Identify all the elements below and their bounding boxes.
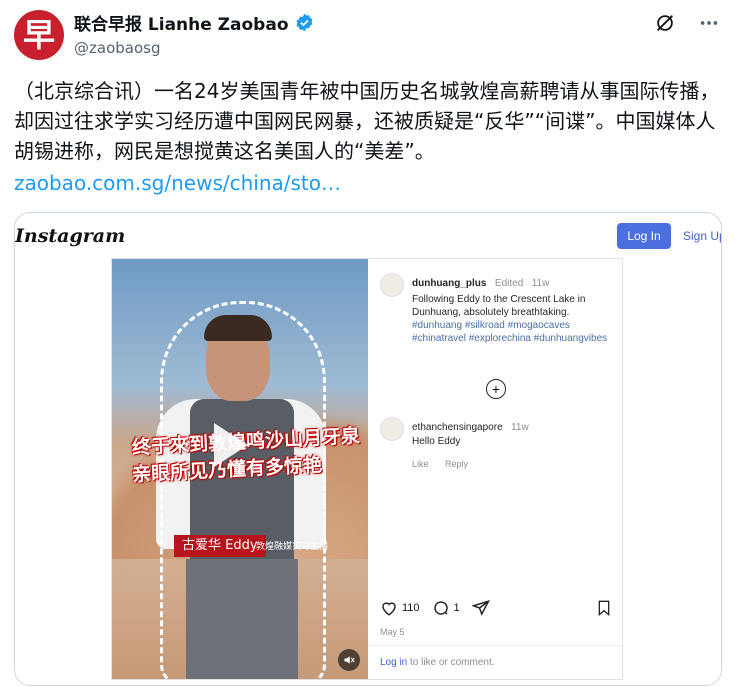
more-icon[interactable] bbox=[698, 12, 720, 34]
comment-like-link[interactable]: Like bbox=[412, 459, 429, 469]
post-caption: Following Eddy to the Crescent Lake in D… bbox=[412, 294, 586, 318]
share-icon[interactable] bbox=[471, 599, 490, 617]
comment-age: 11w bbox=[511, 422, 529, 433]
add-icon[interactable]: + bbox=[486, 379, 506, 399]
post-hashtags[interactable]: #dunhuang #silkroad #mogaocaves #chinatr… bbox=[412, 319, 616, 345]
top-actions bbox=[654, 12, 720, 34]
play-icon[interactable] bbox=[214, 423, 248, 467]
verified-badge-icon bbox=[296, 13, 312, 32]
post-age: 11w bbox=[531, 278, 550, 289]
person-outline bbox=[160, 301, 326, 679]
post-date: May 5 bbox=[380, 627, 405, 637]
media-card[interactable]: Instagram Log In Sign Up 终于來到敦煌鸣沙山月牙泉 亲眼… bbox=[14, 212, 722, 686]
heart-icon[interactable] bbox=[380, 599, 398, 617]
grok-icon[interactable] bbox=[654, 12, 676, 34]
author-name[interactable]: 联合早报 Lianhe Zaobao bbox=[74, 10, 289, 35]
avatar-glyph: 早 bbox=[22, 16, 55, 54]
commenter-avatar[interactable] bbox=[380, 417, 404, 441]
tweet-link[interactable]: zaobao.com.sg/news/china/sto… bbox=[14, 168, 341, 198]
poster-avatar[interactable] bbox=[380, 273, 404, 297]
video-player[interactable]: 终于來到敦煌鸣沙山月牙泉 亲眼所见乃懂有多惊艳 古爱华 Eddy 敦煌融媒实习主… bbox=[112, 259, 368, 679]
author-avatar[interactable]: 早 bbox=[14, 10, 64, 60]
post-footer: Log in to like or comment. bbox=[368, 645, 622, 679]
commenter-username[interactable]: ethanchensingapore bbox=[412, 422, 503, 433]
author-handle[interactable]: @zaobaosg bbox=[74, 39, 314, 57]
author-block: 联合早报 Lianhe Zaobao @zaobaosg bbox=[74, 10, 314, 57]
mute-icon[interactable] bbox=[338, 649, 360, 671]
footer-login-link[interactable]: Log in bbox=[380, 657, 407, 668]
video-name-tag: 古爱华 Eddy bbox=[174, 535, 266, 557]
video-name-subtitle: 敦煌融媒实习主播 bbox=[256, 542, 329, 552]
likes-count: 110 bbox=[402, 602, 420, 614]
bookmark-icon[interactable] bbox=[596, 599, 612, 617]
ig-signup-link[interactable]: Sign Up bbox=[683, 229, 721, 243]
comment-text: Hello Eddy bbox=[412, 436, 461, 447]
ig-post: 终于來到敦煌鸣沙山月牙泉 亲眼所见乃懂有多惊艳 古爱华 Eddy 敦煌融媒实习主… bbox=[111, 258, 623, 680]
footer-text: to like or comment. bbox=[407, 657, 495, 668]
post-actions: 110 1 bbox=[380, 599, 490, 617]
tweet-text: （北京综合讯）一名24岁美国青年被中国历史名城敦煌高薪聘请从事国际传播，却因过往… bbox=[14, 79, 720, 163]
edited-label: Edited bbox=[494, 278, 524, 289]
comment-reply-link[interactable]: Reply bbox=[445, 459, 468, 469]
comments-count: 1 bbox=[453, 602, 460, 614]
poster-username[interactable]: dunhuang_plus bbox=[412, 278, 486, 289]
comment-icon[interactable] bbox=[432, 599, 450, 617]
post-sidebar: dunhuang_plus Edited 11w Following Eddy … bbox=[368, 259, 622, 679]
instagram-logo: Instagram bbox=[15, 225, 126, 247]
ig-login-button[interactable]: Log In bbox=[617, 223, 671, 249]
